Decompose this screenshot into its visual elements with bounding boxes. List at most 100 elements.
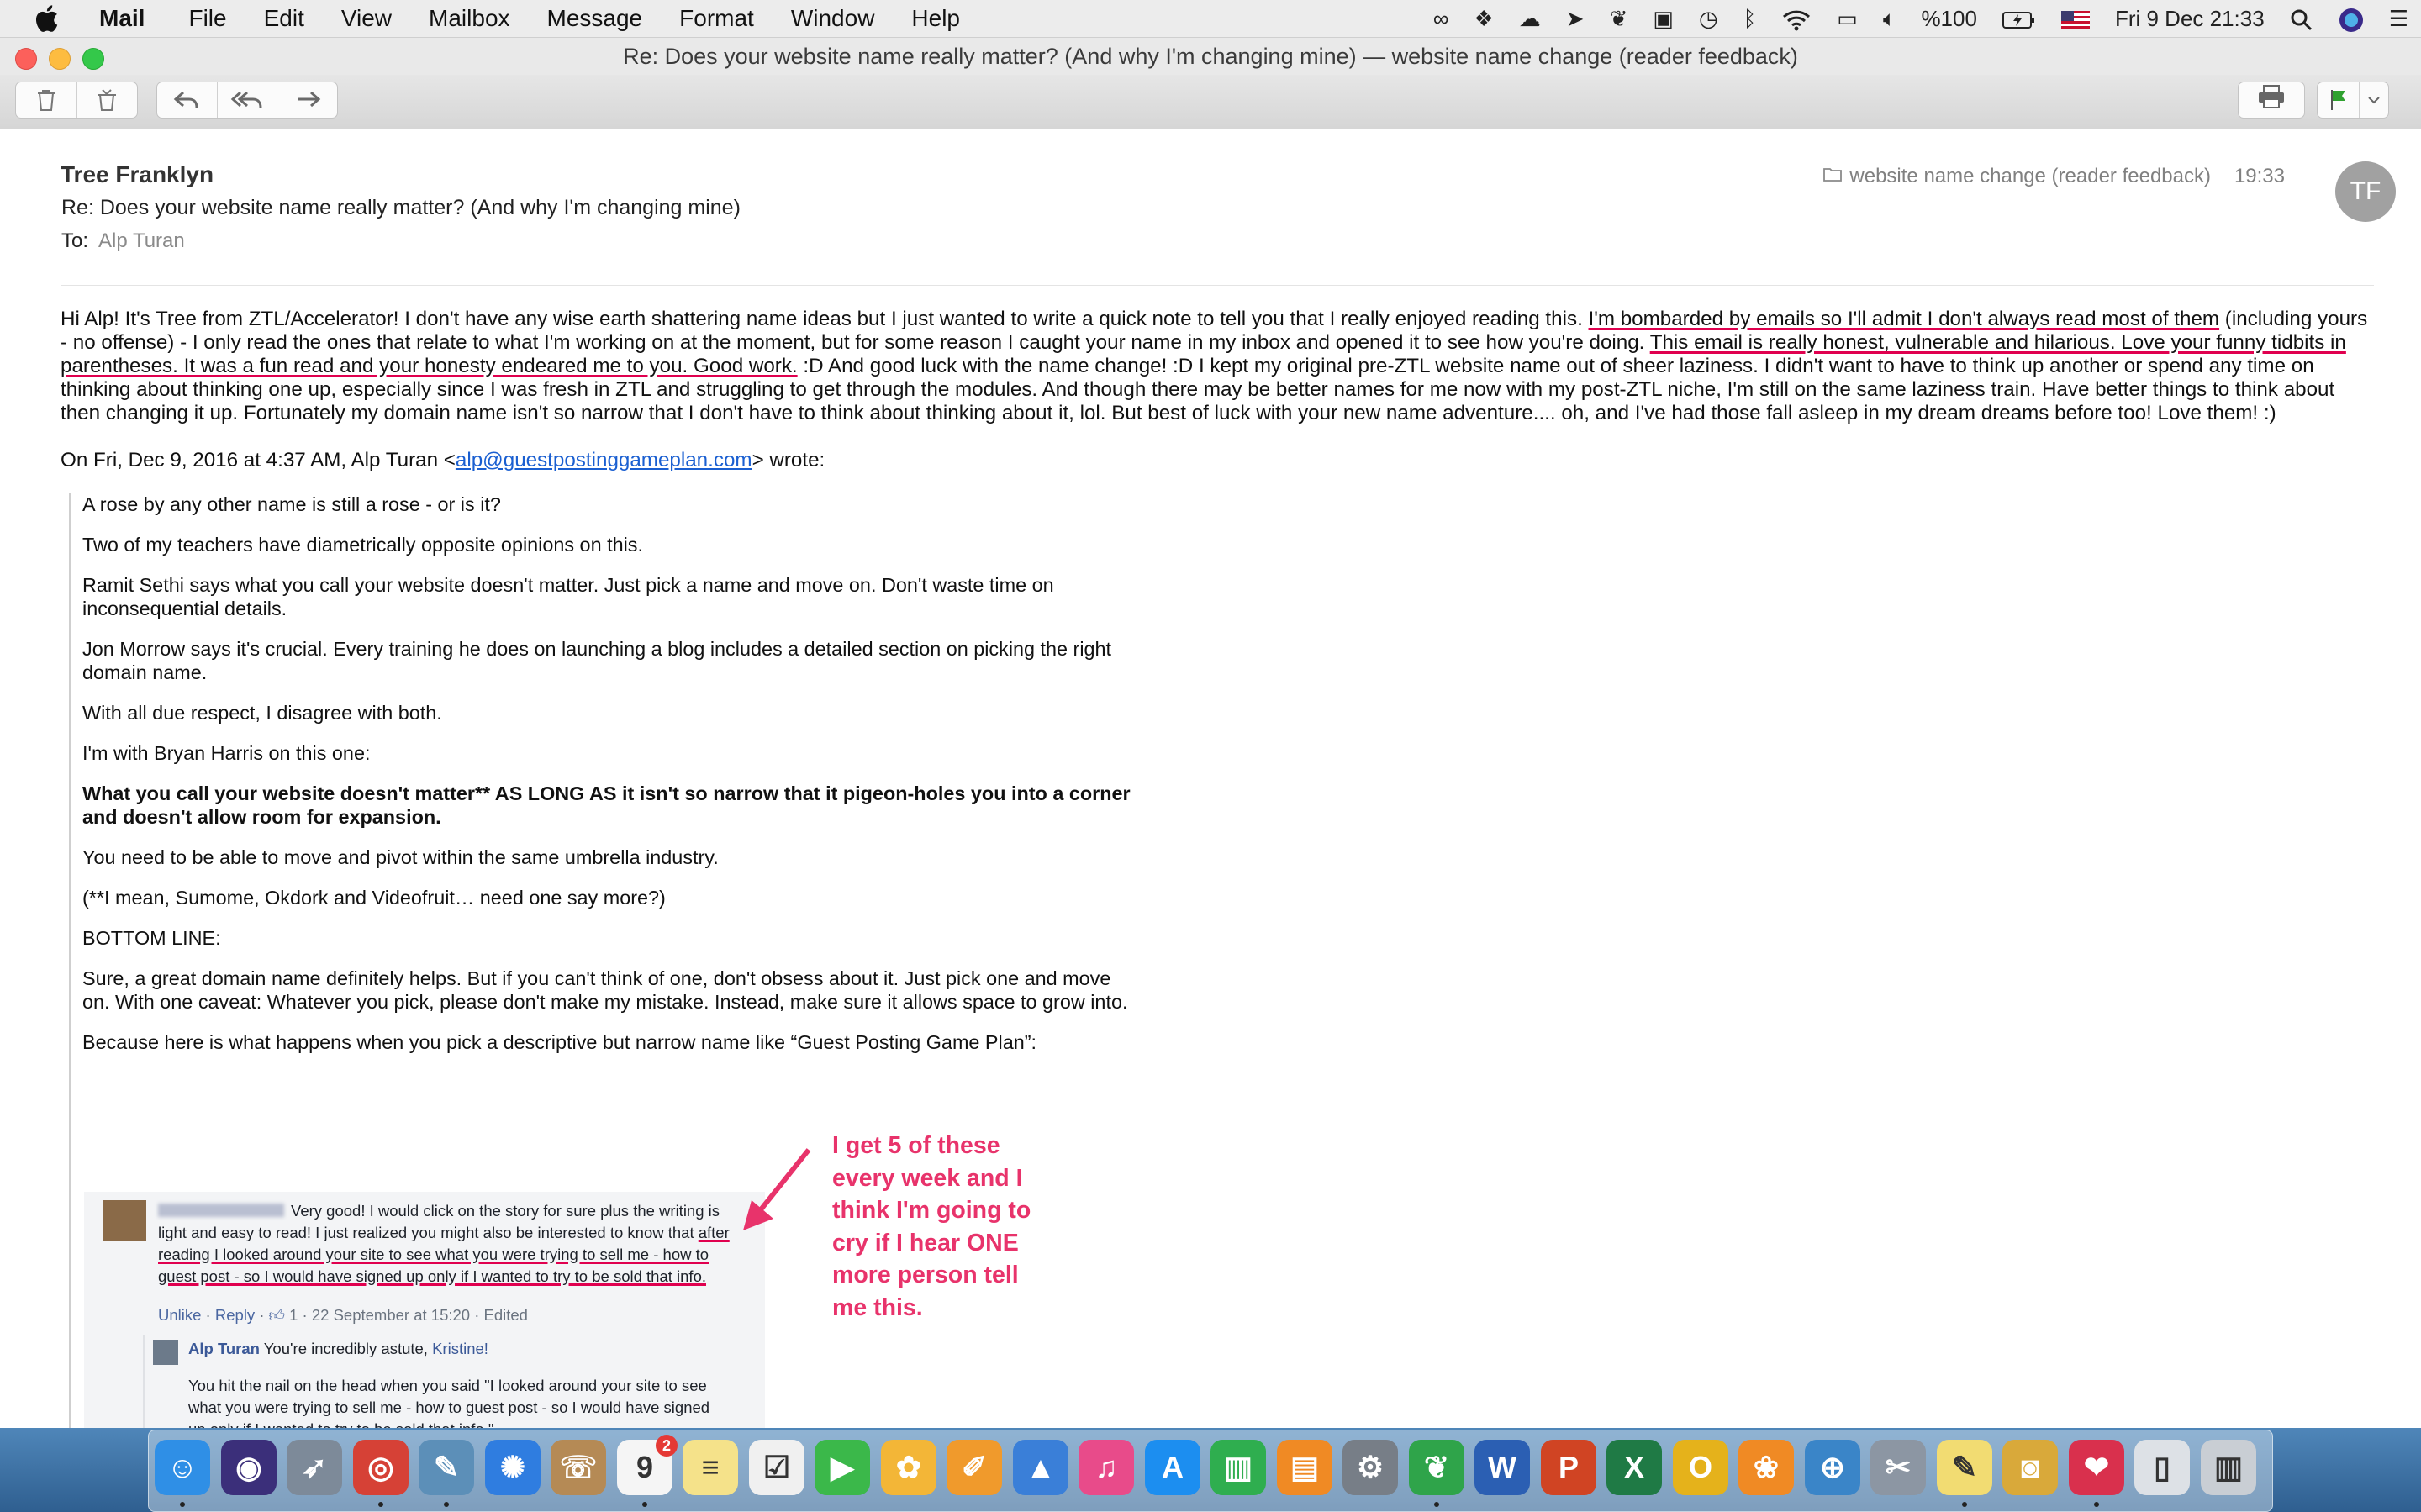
dock-pages-icon[interactable]: ✐ [947,1440,1002,1495]
reply-icon[interactable] [157,82,218,118]
siri-icon[interactable] [2339,0,2364,37]
dock-siri-icon[interactable]: ◉ [221,1440,277,1495]
menu-bar: Mail File Edit View Mailbox Message Form… [0,0,2421,38]
search-icon[interactable] [2290,0,2313,37]
dock-keynote-icon[interactable]: ▲ [1013,1440,1068,1495]
dock-finder-icon[interactable]: ☺ [155,1440,210,1495]
airplay-icon[interactable]: ▭ [1837,0,1858,37]
quoted-paragraph: I'm with Bryan Harris on this one: [82,742,371,764]
comment-text: Very good! I would click on the story fo… [158,1200,738,1288]
menu-view[interactable]: View [341,5,392,32]
send-icon[interactable]: ➤ [1566,0,1585,37]
dock-notes-icon[interactable]: ≡ [683,1440,738,1495]
quoted-paragraph: Sure, a great domain name definitely hel… [82,967,1128,1013]
flag-icon [2318,82,2360,118]
dock-butterfly-icon[interactable]: ❀ [1738,1440,1794,1495]
dock-facetime-icon[interactable]: ▶ [815,1440,870,1495]
dock-reminders-icon[interactable]: ☑ [749,1440,804,1495]
dock-stickies-icon[interactable]: ✎ [1937,1440,1992,1495]
sender-email-link[interactable]: alp@guestpostinggameplan.com [456,449,752,472]
dock-system-preferences-icon[interactable]: ⚙ [1342,1440,1398,1495]
print-button[interactable] [2238,82,2305,119]
recipient-name[interactable]: Alp Turan [98,229,185,252]
dock-tool-icon[interactable]: ✂ [1870,1440,1926,1495]
bluetooth-icon[interactable]: ᛒ [1743,0,1757,37]
dock-app-store-icon[interactable]: A [1145,1440,1200,1495]
evernote-icon[interactable]: ❦ [1610,0,1628,37]
sender-name[interactable]: Tree Franklyn [61,161,214,188]
dock-itunes-icon[interactable]: ♫ [1079,1440,1134,1495]
quoted-paragraph: Because here is what happens when you pi… [82,1031,1037,1053]
time-machine-icon[interactable]: ◷ [1699,0,1718,37]
forward-icon[interactable] [277,82,337,118]
dock-contacts-icon[interactable]: ☏ [551,1440,606,1495]
menu-format[interactable]: Format [679,5,754,32]
chevron-down-icon[interactable] [2360,82,2388,118]
comment-meta-rest: 1 · 22 September at 15:20 · Edited [289,1306,528,1324]
dock-running-indicator [378,1502,383,1507]
dock-chrome-icon[interactable]: ◎ [353,1440,409,1495]
flag-button[interactable] [2317,82,2389,119]
close-window-button[interactable] [15,48,37,70]
trash-icon[interactable] [16,82,77,118]
dock-numbers-icon[interactable]: ▥ [1210,1440,1266,1495]
attribution-prefix: On Fri, Dec 9, 2016 at 4:37 AM, Alp Tura… [61,449,456,472]
dock-evernote-icon[interactable]: ❦ [1409,1440,1464,1495]
reply-all-icon[interactable] [218,82,278,118]
mailbox-name: website name change (reader feedback) [1849,165,2211,187]
wifi-icon[interactable] [1781,0,1812,37]
dock-calendar-icon[interactable]: 92 [617,1435,678,1495]
reply-link: Reply [214,1306,256,1324]
minimize-window-button[interactable] [49,48,71,70]
dock-excel-icon[interactable]: X [1606,1440,1662,1495]
menu-message[interactable]: Message [547,5,643,32]
mailbox-label[interactable]: website name change (reader feedback) [1822,165,2211,188]
reply-author: Alp Turan [188,1340,260,1357]
battery-icon[interactable] [2002,0,2036,37]
message-subject: Re: Does your website name really matter… [61,196,741,219]
dock-running-indicator [444,1502,449,1507]
quote-attribution: On Fri, Dec 9, 2016 at 4:37 AM, Alp Tura… [61,449,825,472]
menu-edit[interactable]: Edit [264,5,304,32]
reply-avatar [153,1340,178,1365]
flag-us-icon[interactable] [2060,0,2090,37]
dropbox-icon[interactable]: ❖ [1474,0,1493,37]
quoted-paragraph: BOTTOM LINE: [82,927,221,949]
dock-outlook-icon[interactable]: O [1673,1440,1728,1495]
dock-launchpad-icon[interactable]: ➶ [287,1440,342,1495]
dock-preview-icon[interactable]: ✎ [419,1440,474,1495]
cloud-icon[interactable]: ☁ [1519,0,1541,37]
dock-photos-icon[interactable]: ✿ [881,1440,936,1495]
volume-icon[interactable]: 🔈︎ [1883,0,1896,37]
zoom-window-button[interactable] [82,48,104,70]
dock-safari-icon[interactable]: ✺ [485,1440,541,1495]
message-body: Hi Alp! It's Tree from ZTL/Accelerator! … [0,286,2421,1429]
to-label: To: [61,229,89,252]
dock-powerpoint-icon[interactable]: P [1541,1440,1596,1495]
dock-trash-icon[interactable]: ▥ [2201,1440,2256,1495]
dock-lips-icon[interactable]: ❤ [2069,1440,2124,1495]
menu-mailbox[interactable]: Mailbox [429,5,509,32]
dock-badge: 2 [656,1435,678,1457]
reply-mention: Kristine! [432,1340,488,1357]
menu-app-name[interactable]: Mail [99,5,145,32]
junk-icon[interactable] [77,82,138,118]
menu-file[interactable]: File [188,5,226,32]
comment-text-a: Very good! I would click on the story fo… [158,1202,720,1241]
menu-window[interactable]: Window [791,5,875,32]
list-icon[interactable]: ☰ [2389,0,2408,37]
apple-menu-icon[interactable] [34,4,59,33]
quoted-paragraph: Jon Morrow says it's crucial. Every trai… [82,638,1112,683]
reply-text: Hi Alp! It's Tree from ZTL/Accelerator! … [61,308,2374,425]
dock-globe-icon[interactable]: ⊕ [1805,1440,1860,1495]
battery-percent[interactable]: %100 [1921,0,1977,37]
dock-word-icon[interactable]: W [1474,1440,1530,1495]
menu-help[interactable]: Help [911,5,960,32]
clipboard-icon[interactable]: ▣ [1653,0,1674,37]
creative-cloud-icon[interactable]: ∞ [1433,0,1449,37]
dock-jar-icon[interactable]: ◙ [2002,1440,2058,1495]
dock-ibooks-icon[interactable]: ▤ [1277,1440,1332,1495]
clock[interactable]: Fri 9 Dec 21:33 [2115,0,2265,37]
dock-archive-icon[interactable]: ▯ [2134,1440,2190,1495]
annotation-text: I get 5 of these every week and I think … [832,1132,1031,1321]
